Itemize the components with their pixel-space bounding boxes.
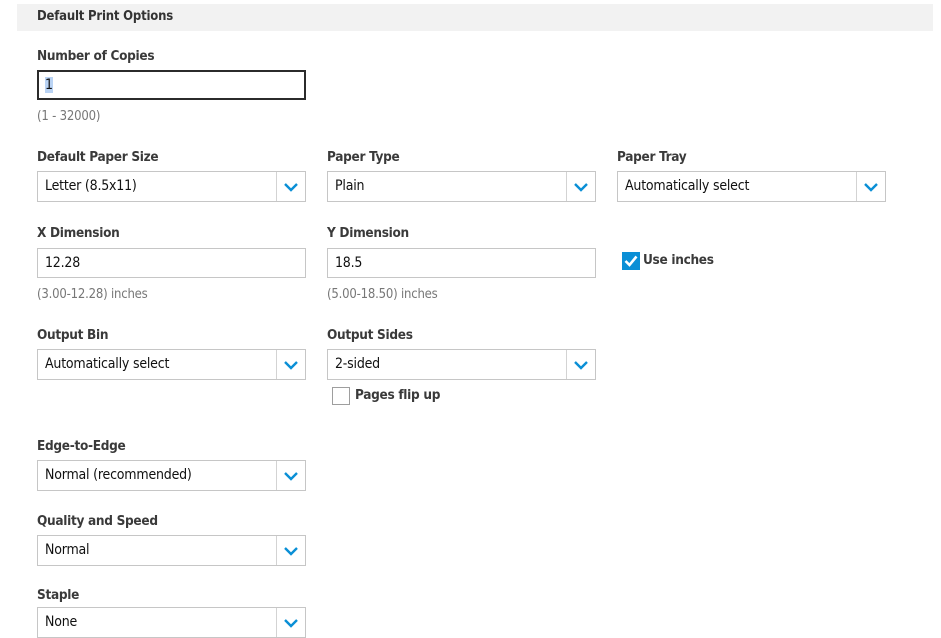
- copies-input[interactable]: 1: [37, 70, 306, 100]
- select-divider: [566, 172, 567, 201]
- output-bin-select[interactable]: Automatically select: [37, 349, 306, 380]
- y-dimension-label: Y Dimension: [327, 225, 409, 241]
- use-inches-checkbox[interactable]: [622, 252, 640, 270]
- select-divider: [276, 172, 277, 201]
- select-divider: [276, 461, 277, 490]
- chevron-down-icon[interactable]: [573, 181, 589, 193]
- quality-speed-value: Normal: [45, 542, 90, 558]
- staple-value: None: [45, 614, 78, 630]
- select-divider: [566, 350, 567, 379]
- chevron-down-icon[interactable]: [283, 470, 299, 482]
- paper-size-select[interactable]: Letter (8.5x11): [37, 171, 306, 202]
- output-sides-label: Output Sides: [327, 327, 413, 343]
- quality-speed-label: Quality and Speed: [37, 513, 158, 529]
- y-dimension-hint: (5.00-18.50) inches: [327, 287, 438, 302]
- paper-size-value: Letter (8.5x11): [45, 178, 137, 194]
- paper-type-value: Plain: [335, 178, 365, 194]
- chevron-down-icon[interactable]: [283, 545, 299, 557]
- section-title: Default Print Options: [37, 9, 173, 24]
- staple-label: Staple: [37, 587, 80, 603]
- quality-speed-select[interactable]: Normal: [37, 535, 306, 566]
- pages-flip-up-label[interactable]: Pages flip up: [355, 386, 440, 404]
- x-dimension-input[interactable]: 12.28: [37, 248, 306, 278]
- select-divider: [276, 536, 277, 565]
- x-dimension-hint: (3.00-12.28) inches: [37, 287, 148, 302]
- paper-tray-value: Automatically select: [625, 178, 750, 194]
- chevron-down-icon[interactable]: [283, 359, 299, 371]
- chevron-down-icon[interactable]: [283, 181, 299, 193]
- paper-tray-label: Paper Tray: [617, 149, 687, 165]
- paper-tray-select[interactable]: Automatically select: [617, 171, 886, 202]
- chevron-down-icon[interactable]: [573, 359, 589, 371]
- output-bin-value: Automatically select: [45, 356, 170, 372]
- edge-to-edge-value: Normal (recommended): [45, 467, 192, 483]
- select-divider: [276, 350, 277, 379]
- checkmark-icon: [624, 255, 638, 267]
- select-divider: [276, 608, 277, 637]
- paper-size-label: Default Paper Size: [37, 149, 159, 165]
- output-sides-value: 2-sided: [335, 356, 380, 372]
- select-divider: [856, 172, 857, 201]
- chevron-down-icon[interactable]: [863, 181, 879, 193]
- copies-label: Number of Copies: [37, 48, 155, 64]
- copies-hint: (1 - 32000): [37, 109, 101, 124]
- pages-flip-up-checkbox[interactable]: [332, 387, 350, 405]
- output-sides-select[interactable]: 2-sided: [327, 349, 596, 380]
- staple-select[interactable]: None: [37, 607, 306, 638]
- copies-value: 1: [45, 77, 53, 93]
- chevron-down-icon[interactable]: [283, 617, 299, 629]
- paper-type-select[interactable]: Plain: [327, 171, 596, 202]
- output-bin-label: Output Bin: [37, 327, 109, 343]
- paper-type-label: Paper Type: [327, 149, 400, 165]
- use-inches-label[interactable]: Use inches: [643, 251, 714, 269]
- edge-to-edge-label: Edge-to-Edge: [37, 438, 126, 454]
- x-dimension-label: X Dimension: [37, 225, 120, 241]
- y-dimension-input[interactable]: 18.5: [327, 248, 596, 278]
- edge-to-edge-select[interactable]: Normal (recommended): [37, 460, 306, 491]
